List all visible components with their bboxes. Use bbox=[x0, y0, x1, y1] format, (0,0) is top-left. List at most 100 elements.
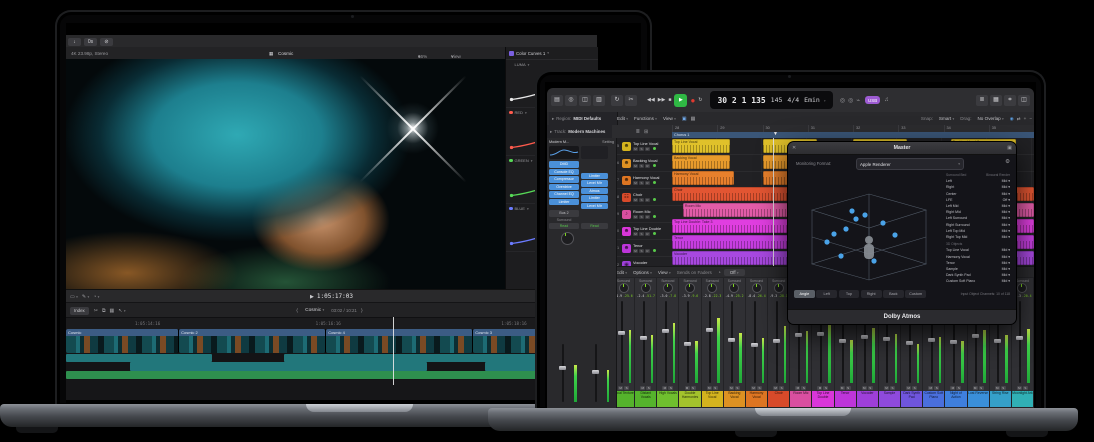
snap-value[interactable]: Smart ▾ bbox=[939, 116, 954, 121]
setting-button[interactable]: Setting bbox=[602, 140, 614, 144]
channel-mute-button[interactable]: M bbox=[1017, 386, 1022, 390]
binaural-mode-value[interactable]: Mid ▾ bbox=[1002, 185, 1010, 189]
logic-playhead[interactable] bbox=[773, 138, 774, 266]
sends-on-faders-label[interactable]: Sends on Faders bbox=[677, 270, 712, 275]
viewer-tool-icon[interactable]: ✎ ▾ bbox=[82, 294, 89, 300]
binaural-mode-value[interactable]: Mid ▾ bbox=[1002, 261, 1010, 265]
catch-icon[interactable]: ▣ bbox=[682, 116, 687, 122]
monitor-icon[interactable]: ◎ bbox=[840, 97, 845, 104]
audio-fx-slot[interactable]: Limiter bbox=[581, 173, 608, 180]
fcp-playhead[interactable] bbox=[393, 317, 394, 385]
pan-knob[interactable] bbox=[774, 283, 784, 293]
color-curves-header[interactable]: Color Curves 1 ▾ bbox=[506, 47, 598, 60]
rewind-button[interactable]: ◀◀ bbox=[647, 97, 655, 103]
fcp-toolbar-button[interactable]: ⊘ bbox=[100, 38, 113, 46]
channel-mute-button[interactable]: M bbox=[729, 386, 734, 390]
automation-read-b[interactable]: Read bbox=[581, 223, 608, 230]
track-header-tool-icon[interactable]: ⊞ bbox=[644, 129, 648, 135]
timeline-tool-icon[interactable]: ⧉ bbox=[102, 308, 106, 314]
panel-toggle-icon[interactable]: ◫ bbox=[579, 95, 591, 106]
binaural-mode-value[interactable]: Mid ▾ bbox=[1002, 223, 1010, 227]
audio-fx-slot[interactable]: Overdrive bbox=[549, 184, 579, 191]
monitor-icon[interactable]: ◎ bbox=[848, 97, 853, 104]
timeline-tool-icon[interactable]: ✂ bbox=[94, 308, 98, 314]
fader-cap[interactable] bbox=[795, 333, 802, 337]
fader-cap[interactable] bbox=[972, 334, 979, 338]
fader-cap[interactable] bbox=[906, 341, 913, 345]
binaural-mode-value[interactable]: Mid ▾ bbox=[1002, 255, 1010, 259]
plugin-window-titlebar[interactable]: ✕ Master ▣ bbox=[788, 142, 1016, 155]
mixer-options-menu[interactable]: Options ▾ bbox=[633, 270, 652, 275]
video-viewer[interactable] bbox=[66, 59, 505, 289]
channel-solo-button[interactable]: S bbox=[934, 386, 939, 390]
fader-cap[interactable] bbox=[706, 328, 713, 332]
binaural-mode-value[interactable]: Mid ▾ bbox=[1002, 248, 1010, 252]
view-angle-button[interactable]: Top bbox=[839, 290, 860, 298]
pan-knob[interactable] bbox=[663, 283, 673, 293]
channel-solo-button[interactable]: S bbox=[846, 386, 851, 390]
pan-knob[interactable] bbox=[729, 283, 739, 293]
automation-read-a[interactable]: Read bbox=[549, 223, 579, 230]
functions-menu[interactable]: Functions ▾ bbox=[634, 116, 657, 121]
channel-solo-button[interactable]: S bbox=[624, 386, 629, 390]
solo-button[interactable]: S bbox=[639, 215, 644, 219]
record-enable-button[interactable]: R bbox=[645, 164, 650, 168]
inspector-fader-cap[interactable] bbox=[592, 370, 599, 374]
fader-cap[interactable] bbox=[728, 338, 735, 342]
mute-button[interactable]: M bbox=[633, 147, 638, 151]
audio-fx-slot[interactable]: Atmos bbox=[581, 188, 608, 195]
viewer-tool-icon[interactable]: ▭ ▾ bbox=[70, 294, 78, 300]
video-clip[interactable]: Cosmic 4 bbox=[326, 329, 472, 353]
channel-mute-button[interactable]: M bbox=[685, 386, 690, 390]
channel-solo-button[interactable]: S bbox=[912, 386, 917, 390]
stop-button[interactable]: ■ bbox=[668, 97, 671, 103]
channel-solo-button[interactable]: S bbox=[691, 386, 696, 390]
atmos-3d-room[interactable] bbox=[794, 172, 944, 284]
edit-menu[interactable]: Edit ▾ bbox=[617, 116, 628, 121]
mute-button[interactable]: M bbox=[633, 181, 638, 185]
binaural-mode-value[interactable]: Mid ▾ bbox=[1002, 273, 1010, 277]
solo-button[interactable]: S bbox=[639, 198, 644, 202]
panel-toggle-icon[interactable]: ◎ bbox=[565, 95, 577, 106]
audio-fx-slot[interactable]: Level Mtr bbox=[581, 180, 608, 187]
channel-solo-button[interactable]: S bbox=[956, 386, 961, 390]
channel-strip[interactable]: Surround -3.9 -9.6 bbox=[679, 278, 700, 407]
next-project-icon[interactable]: ⟩ bbox=[361, 308, 363, 314]
channel-strip[interactable]: Surround -2.4 -51.7 bbox=[635, 278, 656, 407]
audio-fx-slot[interactable]: Console EQ bbox=[549, 169, 579, 176]
audio-fx-slot[interactable]: Level Mtr bbox=[581, 203, 608, 210]
channel-mute-button[interactable]: M bbox=[751, 386, 756, 390]
channel-mute-button[interactable]: M bbox=[662, 386, 667, 390]
channel-solo-button[interactable]: S bbox=[735, 386, 740, 390]
midi-fx-slot[interactable]: DMD bbox=[549, 161, 579, 168]
binaural-mode-value[interactable]: Mid ▾ bbox=[1002, 279, 1010, 283]
pan-knob[interactable] bbox=[707, 283, 717, 293]
channel-mute-button[interactable]: M bbox=[950, 386, 955, 390]
play-button[interactable]: ▶ bbox=[674, 94, 687, 107]
mixer-edit-menu[interactable]: Edit ▾ bbox=[616, 270, 627, 275]
logic-playhead-marker[interactable]: ▼ bbox=[773, 131, 778, 137]
channel-mute-button[interactable]: M bbox=[840, 386, 845, 390]
inspector-pan-knob[interactable] bbox=[561, 232, 574, 245]
fader-cap[interactable] bbox=[817, 332, 824, 336]
fader-cap[interactable] bbox=[618, 331, 625, 335]
channel-mute-button[interactable]: M bbox=[773, 386, 778, 390]
audio-clip[interactable]: Radio Static bbox=[66, 354, 212, 362]
mute-button[interactable]: M bbox=[633, 198, 638, 202]
binaural-mode-value[interactable]: Off ▾ bbox=[1003, 198, 1010, 202]
pan-knob[interactable] bbox=[641, 283, 651, 293]
region-inspector-header[interactable]: ▸Region:MIDI Defaults bbox=[549, 112, 618, 125]
viewer-tool-icon[interactable]: ◔ ▾ bbox=[93, 294, 99, 300]
pan-knob[interactable] bbox=[752, 283, 762, 293]
view-angle-button[interactable]: Custom bbox=[905, 290, 926, 298]
video-clip[interactable]: Cosmic bbox=[66, 329, 179, 353]
track-header-tool-icon[interactable]: ≣ bbox=[636, 129, 640, 135]
view-angle-button[interactable]: Left bbox=[816, 290, 837, 298]
binaural-mode-value[interactable]: Mid ▾ bbox=[1002, 204, 1010, 208]
midi-audio-region[interactable]: Backing Vocal bbox=[672, 155, 730, 169]
channel-mute-button[interactable]: M bbox=[928, 386, 933, 390]
pan-knob[interactable] bbox=[1017, 283, 1027, 293]
record-enable-button[interactable]: R bbox=[645, 181, 650, 185]
channel-strip[interactable]: Surround -9.3 -28.1 bbox=[768, 278, 789, 407]
monitor-icon[interactable]: ⌁ bbox=[856, 97, 860, 104]
